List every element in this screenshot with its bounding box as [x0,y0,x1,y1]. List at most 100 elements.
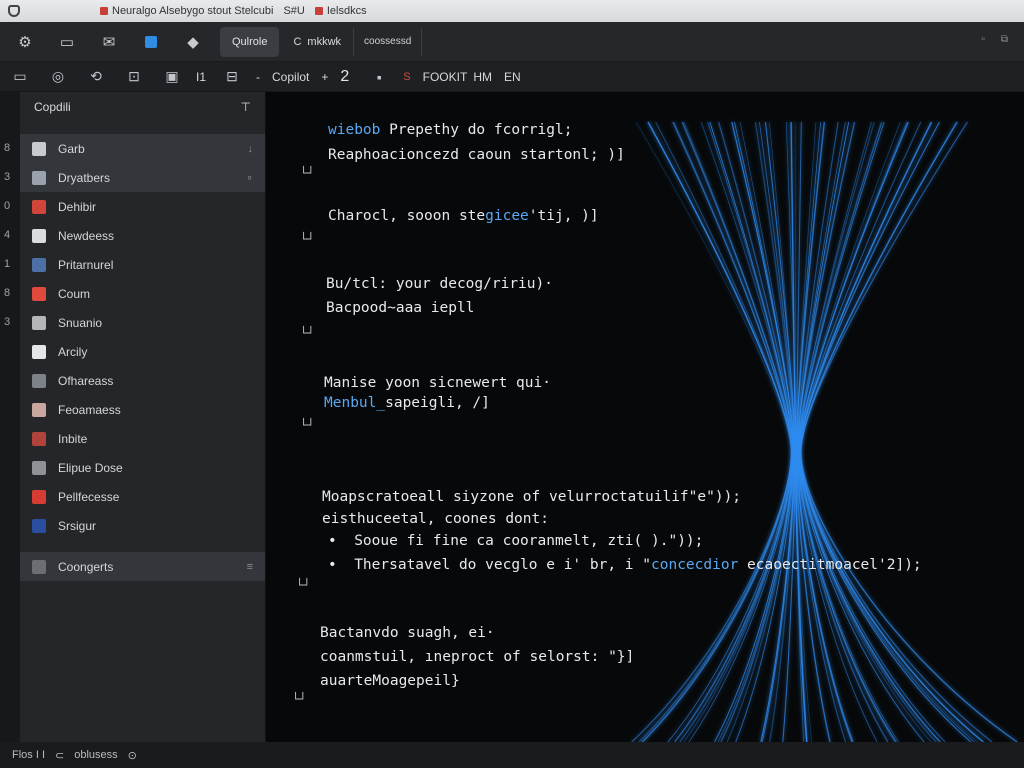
sidebar-item[interactable]: Inbite [20,424,265,453]
diamond-icon[interactable]: ◆ [178,27,208,57]
sidebar-item[interactable]: Elipue Dose [20,453,265,482]
add-button[interactable]: + [321,70,328,84]
sync-icon[interactable]: ⊙ [128,749,137,762]
code-line[interactable]: • Thersatavel do vecglo e i' br, i "conc… [328,557,922,573]
sidebar-item[interactable]: Pritarnurel [20,250,265,279]
format-button[interactable]: FOOKIT HM [423,70,492,84]
code-text: Bacpood~aaa iepll [326,300,475,316]
sidebar-item-label: Garb [58,141,85,156]
fold-marker-icon[interactable]: └┘ [300,166,314,180]
language-indicator[interactable]: EN [504,70,521,84]
chat-icon[interactable]: ▭ [6,65,34,89]
gutter-mark: 1 [4,258,11,270]
sidebar-item[interactable]: Arcily [20,337,265,366]
tab-active[interactable]: Qulrole [220,26,280,57]
gutter-mark: 8 [4,142,11,154]
browser-tab-2[interactable]: S#U [283,5,304,17]
code-text: auarteMoagepeil} [320,673,460,689]
code-line[interactable]: eisthuceetal, coones dont: [322,511,549,527]
pin-icon[interactable]: ⊤ [241,100,251,114]
layout-icon[interactable]: ▣ [158,65,186,89]
code-text: 'tij, )] [528,208,599,224]
tab-c[interactable]: C mkkwk [293,36,341,48]
sidebar-item[interactable]: Pellfecesse [20,482,265,511]
item-trail-icon[interactable]: ↓ [248,143,254,155]
code-line[interactable]: Bactanvdo suagh, ei· [320,625,495,641]
code-text: Bu/tcl: your decog/ririu)· [326,276,553,292]
sidebar-item-label: Pellfecesse [58,489,120,504]
sidebar-item-label: Coum [58,286,91,301]
fold-marker-icon[interactable]: └┘ [300,232,314,246]
item-icon [32,170,46,185]
code-line[interactable]: Menbul_sapeigli, /] [324,395,490,411]
frame-icon[interactable]: ⊡ [120,65,148,89]
menu-icon[interactable]: ≡ [247,561,253,573]
sidebar-item[interactable]: Srsigur [20,511,265,540]
code-line[interactable]: coanmstuil, ıneproct of selorst: "}] [320,649,634,665]
settings-icon[interactable]: ⚙ [10,27,40,57]
window-controls: ▫ ⧉ [981,34,1008,45]
gutter-mark: 3 [4,316,11,328]
item-icon [32,199,46,214]
sidebar-item[interactable]: Dehibir [20,192,265,221]
code-text: Reaphoacioncezd caoun startonl; )] [328,147,625,163]
tab-second[interactable]: coossessd [353,27,423,56]
item-icon [32,315,46,330]
code-line[interactable]: Bacpood~aaa iepll [326,300,474,316]
gutter-mark: 8 [4,287,11,299]
fold-marker-icon[interactable]: └┘ [300,326,314,340]
item-trail-icon[interactable]: ∘ [246,171,253,184]
fold-marker-icon[interactable]: └┘ [300,418,314,432]
code-area[interactable]: wiebob Prepethy do fcorrigl; Reaphoacionc… [266,92,1024,742]
window-icon[interactable]: ▭ [52,27,82,57]
sidebar-item-label: Snuanio [58,315,103,330]
code-line[interactable]: Charocl, sooon stegicee'tij, )] [328,208,599,224]
file-icon[interactable]: ▪ [365,65,393,89]
sidebar-item[interactable]: Ofhareass [20,366,265,395]
sidebar-item[interactable]: Snuanio [20,308,265,337]
maximize-icon[interactable]: ⧉ [1001,34,1008,45]
code-line[interactable]: Reaphoacioncezd caoun startonl; )] [328,147,625,163]
minimize-icon[interactable]: ▫ [981,34,985,45]
link-icon[interactable]: ⟲ [82,65,110,89]
dash: - [256,69,261,84]
code-line[interactable]: • Sooue fi fine ca cooranmelt, zti( ).")… [328,533,703,549]
browser-tab-1[interactable]: Neuralgo Alsebygo stout Stelcubi [100,5,273,17]
branch-icon[interactable]: ⊂ [55,749,64,762]
status-left: Flos I I [12,749,46,761]
red-mark: S [403,70,411,83]
code-editor[interactable]: wiebob Prepethy do fcorrigl; Reaphoacionc… [266,92,1024,742]
code-line[interactable]: Manise yoon sicnewert qui· [324,375,551,391]
sidebar-item[interactable]: Garb ↓ [20,134,265,163]
sidebar-item-label: Inbite [58,431,88,446]
code-line[interactable]: auarteMoagepeil} [320,673,460,689]
code-line[interactable]: Moapscratoeall siyzone of velurroctatuil… [322,489,741,505]
sidebar-header: Copdili ⊤ [20,92,265,122]
status-mid: oblusess [74,749,118,761]
item-icon [32,518,46,533]
copilot-button[interactable]: Copilot [272,70,309,84]
sidebar-item[interactable]: Feoamaess [20,395,265,424]
sidebar-item-bottom[interactable]: Coongerts ≡ [20,552,265,581]
mail-icon[interactable]: ✉ [94,27,124,57]
fold-marker-icon[interactable]: └┘ [292,692,306,706]
code-text: Prepethy do fcorrigl; [380,122,573,138]
browser-tab-3[interactable]: Ielsdkcs [314,5,367,17]
sidebar-item-label: Dehibir [58,199,97,214]
sidebar-item[interactable]: Dryatbers ∘ [20,163,265,192]
comment-icon[interactable]: ◎ [44,65,72,89]
code-line[interactable]: Bu/tcl: your decog/ririu)· [326,276,553,292]
app-icon[interactable] [136,27,166,57]
item-icon [32,373,46,388]
sidebar-item[interactable]: Coum [20,279,265,308]
terminal-icon[interactable]: ⊟ [218,65,246,89]
item-icon [32,344,46,359]
gutter-mark: 0 [4,200,11,212]
code-line[interactable]: wiebob Prepethy do fcorrigl; [328,122,572,138]
item-icon [32,402,46,417]
sidebar-item[interactable]: Newdeess [20,221,265,250]
sidebar-item-label: Newdeess [58,228,115,243]
divider-text: I1 [196,69,207,84]
code-keyword: Menbul_ [324,395,386,411]
fold-marker-icon[interactable]: └┘ [296,578,310,592]
